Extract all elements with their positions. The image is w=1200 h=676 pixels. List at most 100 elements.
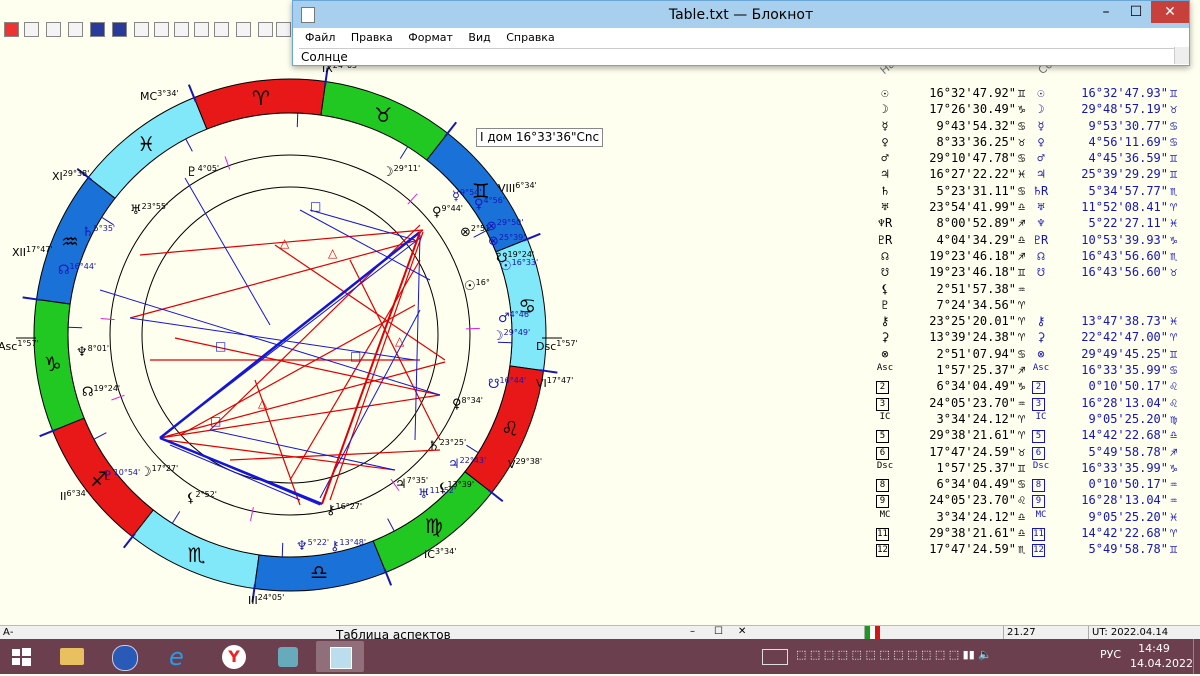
house-label-viii: VIII6°34' (498, 181, 537, 195)
cell-g1: ♃ (876, 167, 894, 181)
cell-v2: 16°33'35.99" (1058, 363, 1168, 377)
cell-v1: 23°25'20.01" (902, 314, 1016, 328)
clock-date[interactable]: 14.04.2022 (1130, 657, 1193, 670)
table-row: IC3°34'24.12"♈IC9°05'25.20"♍ (876, 412, 1196, 428)
menu-view[interactable]: Вид (468, 31, 490, 44)
tool-icon-9[interactable] (174, 22, 189, 37)
tool-icon-14[interactable] (276, 22, 291, 37)
cell-g1: ☽ (876, 102, 894, 116)
cell-v2: 16°43'56.60" (1058, 249, 1168, 263)
menu-file[interactable]: Файл (305, 31, 335, 44)
zodiac-glyph: ♉ (374, 103, 392, 127)
house-label-xi: XI29°38' (52, 169, 89, 183)
cell-g1: ♅ (876, 200, 894, 214)
notepad-window[interactable]: Table.txt — Блокнот – ☐ ✕ Файл Правка Фо… (292, 0, 1190, 66)
status-bar: A‐ Таблица аспектов 21.27 UT: 2022.04.14… (0, 625, 1200, 640)
tool-icon-4[interactable] (68, 22, 83, 37)
menu-help[interactable]: Справка (506, 31, 554, 44)
cell-g2: Dsc (1032, 461, 1050, 471)
notepad-text-area[interactable]: Солнце (299, 48, 1177, 65)
table-row: Dsc1°57'25.37"♊Dsc16°33'35.99"♑ (876, 461, 1196, 477)
table-row: 324°05'23.70"♒316°28'13.04"♌ (876, 396, 1196, 412)
house-label-mc: MC3°34' (140, 89, 179, 103)
table-row: ♀8°33'36.25"♉♀4°56'11.69"♋ (876, 135, 1196, 151)
cell-g2: ☽ (1032, 102, 1050, 116)
tool-icon-10[interactable] (194, 22, 209, 37)
cell-v1: 19°23'46.18" (902, 265, 1016, 279)
zodiac-glyph: ♏ (188, 543, 206, 567)
cell-v1: 8°33'36.25" (902, 135, 1016, 149)
minimize-icon[interactable]: – (1091, 1, 1121, 23)
cell-s2: ♍ (1170, 412, 1186, 426)
house-cusp-tick (489, 490, 503, 501)
table-row: ☿9°43'54.32"♋☿9°53'30.77"♋ (876, 119, 1196, 135)
yandex-button[interactable]: Y (210, 641, 258, 672)
explorer-button[interactable] (48, 641, 96, 672)
tray-icons[interactable]: ⬚ ⬚ ⬚ ⬚ ⬚ ⬚ ⬚ ⬚ ⬚ ⬚ ⬚ ⬚ ▮▮ 🔈 (796, 648, 992, 661)
menu-format[interactable]: Формат (408, 31, 453, 44)
tool-icon-7[interactable] (134, 22, 149, 37)
cell-s2: ♊ (1170, 86, 1186, 100)
cell-g1: Asc (876, 363, 894, 373)
cell-g1: ⚷ (876, 314, 894, 328)
start-button[interactable] (0, 641, 44, 672)
cell-v1: 19°23'46.18" (902, 249, 1016, 263)
cell-v1: 17°47'24.59" (902, 445, 1016, 459)
ie-button[interactable]: e (156, 641, 204, 672)
tool-icon-2[interactable] (24, 22, 39, 37)
cell-v1: 24°05'23.70" (902, 396, 1016, 410)
status-minimize-icon[interactable]: – (690, 626, 695, 637)
keyboard-icon[interactable] (762, 649, 788, 665)
tool-icon-1[interactable] (4, 22, 19, 37)
zodiac-glyph: ♍ (425, 514, 443, 538)
cell-v2: 5°34'57.77" (1058, 184, 1168, 198)
menu-edit[interactable]: Правка (351, 31, 393, 44)
house-label-ii: II6°34' (60, 489, 88, 503)
app-button-5[interactable] (264, 641, 312, 672)
notepad-task-button[interactable] (316, 641, 364, 672)
cell-g2: 6 (1032, 447, 1045, 460)
app-5-icon (278, 647, 298, 667)
cell-g1: ⚳ (876, 330, 894, 344)
astro-app-button[interactable] (100, 641, 148, 672)
table-row: ☽17°26'30.49"♑☽29°48'57.19"♉ (876, 102, 1196, 118)
astro-app-icon (112, 645, 138, 671)
clock-time[interactable]: 14:49 (1134, 642, 1174, 655)
cell-g1: MC (876, 510, 894, 520)
cell-g2: ☊ (1032, 249, 1050, 263)
cell-v2: 4°56'11.69" (1058, 135, 1168, 149)
cell-v2: 29°49'45.25" (1058, 347, 1168, 361)
tool-icon-13[interactable] (258, 22, 273, 37)
cell-v1: 6°34'04.49" (902, 379, 1016, 393)
cell-g2: 3 (1032, 398, 1045, 411)
cell-v1: 17°47'24.59" (902, 542, 1016, 556)
tool-icon-3[interactable] (46, 22, 61, 37)
cell-s2: ♈ (1170, 200, 1186, 214)
close-icon[interactable]: ✕ (1151, 1, 1189, 23)
cell-s2: ♌ (1170, 379, 1186, 393)
status-close-icon[interactable]: ✕ (738, 626, 746, 637)
tool-icon-11[interactable] (214, 22, 229, 37)
notepad-titlebar[interactable]: Table.txt — Блокнот – ☐ ✕ (293, 1, 1189, 28)
aspect-symbol: △ (395, 334, 405, 348)
status-maximize-icon[interactable]: ☐ (714, 626, 723, 637)
aspect-symbol: △ (280, 236, 290, 250)
cell-v1: 16°32'47.92" (902, 86, 1016, 100)
maximize-icon[interactable]: ☐ (1121, 1, 1151, 23)
language-indicator[interactable]: РУС (1100, 648, 1121, 661)
notepad-scrollbar[interactable] (1174, 47, 1189, 64)
tool-icon-5[interactable] (90, 22, 105, 37)
cell-g1: IC (876, 412, 894, 422)
cell-g2: 2 (1032, 381, 1045, 394)
table-row: ☉16°32'47.92"♊☉16°32'47.93"♊ (876, 86, 1196, 102)
cell-v2: 0°10'50.17" (1058, 379, 1168, 393)
tool-icon-6[interactable] (112, 22, 127, 37)
cell-v2: 11°52'08.41" (1058, 200, 1168, 214)
show-desktop-button[interactable] (1193, 639, 1200, 674)
tool-icon-8[interactable] (154, 22, 169, 37)
positions-table: ☉16°32'47.92"♊☉16°32'47.93"♊☽17°26'30.49… (876, 86, 1196, 559)
cell-g2: ♇R (1032, 233, 1050, 247)
house-label-iii: III24°05' (248, 593, 284, 607)
tool-icon-12[interactable] (236, 22, 251, 37)
aspect-symbol: □ (210, 414, 221, 428)
